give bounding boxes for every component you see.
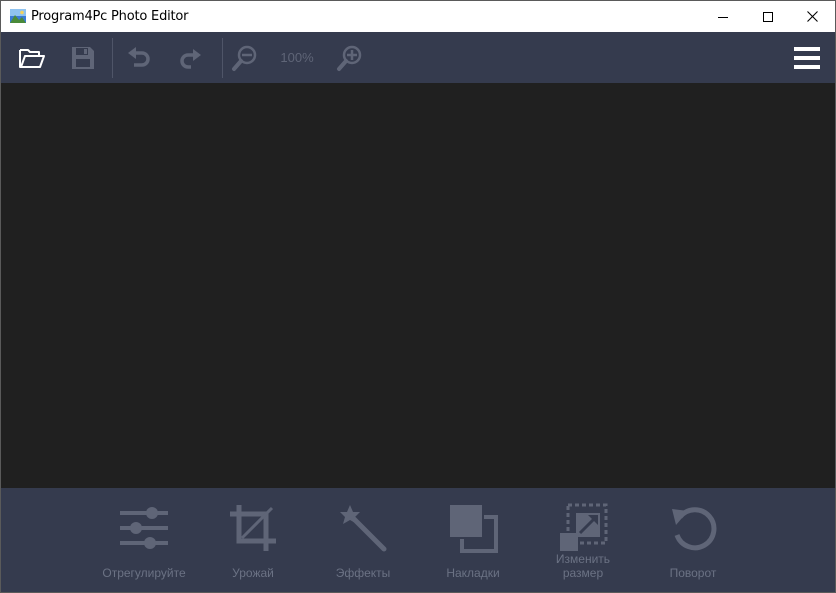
- redo-icon: [180, 49, 201, 69]
- adjust-tool-button[interactable]: Отрегулируйте: [94, 500, 194, 588]
- rotate-tool-button[interactable]: Поворот: [643, 500, 743, 588]
- undo-button[interactable]: [123, 42, 155, 74]
- crop-icon: [230, 505, 276, 551]
- maximize-button[interactable]: [745, 1, 790, 32]
- menu-button[interactable]: [791, 42, 823, 74]
- save-button[interactable]: [67, 42, 99, 74]
- image-canvas[interactable]: [1, 83, 835, 488]
- magic-wand-icon: [340, 505, 387, 552]
- open-folder-icon: [19, 49, 45, 68]
- sliders-icon: [120, 507, 168, 549]
- rotate-tool-label: Поворот: [669, 566, 717, 580]
- close-icon: [807, 11, 818, 22]
- title-bar: Program4Pc Photo Editor: [1, 1, 835, 32]
- zoom-in-icon: [337, 45, 362, 71]
- zoom-level: 100%: [280, 50, 314, 65]
- tools-bar: Отрегулируйте Урожай Эффекты Накладки Из…: [1, 488, 835, 592]
- menu-icon: [794, 47, 820, 69]
- zoom-out-icon: [232, 45, 257, 71]
- toolbar-divider: [222, 38, 223, 78]
- app-window: Program4Pc Photo Editor 100% Отрегулируй…: [0, 0, 836, 593]
- close-button[interactable]: [790, 1, 835, 32]
- adjust-tool-label: Отрегулируйте: [102, 566, 186, 580]
- resize-tool-button[interactable]: Изменить размер: [533, 500, 633, 588]
- zoom-out-button[interactable]: [229, 42, 261, 74]
- overlays-tool-button[interactable]: Накладки: [423, 500, 523, 588]
- crop-tool-button[interactable]: Урожай: [203, 500, 303, 588]
- redo-button[interactable]: [174, 42, 206, 74]
- undo-icon: [128, 47, 150, 67]
- save-icon: [72, 47, 94, 69]
- maximize-icon: [762, 11, 773, 22]
- app-logo-icon: [10, 9, 26, 23]
- toolbar-divider: [112, 38, 113, 78]
- zoom-in-button[interactable]: [334, 42, 366, 74]
- resize-icon: [560, 503, 608, 551]
- minimize-button[interactable]: [700, 1, 745, 32]
- effects-tool-label: Эффекты: [335, 566, 391, 580]
- rotate-icon: [672, 507, 717, 551]
- overlays-tool-label: Накладки: [446, 566, 500, 580]
- minimize-icon: [717, 16, 728, 18]
- overlay-icon: [450, 505, 498, 553]
- effects-tool-button[interactable]: Эффекты: [313, 500, 413, 588]
- window-title: Program4Pc Photo Editor: [31, 9, 189, 24]
- open-button[interactable]: [16, 42, 48, 74]
- main-toolbar: 100%: [1, 32, 835, 83]
- resize-tool-label: Изменить размер: [555, 552, 611, 580]
- crop-tool-label: Урожай: [232, 566, 274, 580]
